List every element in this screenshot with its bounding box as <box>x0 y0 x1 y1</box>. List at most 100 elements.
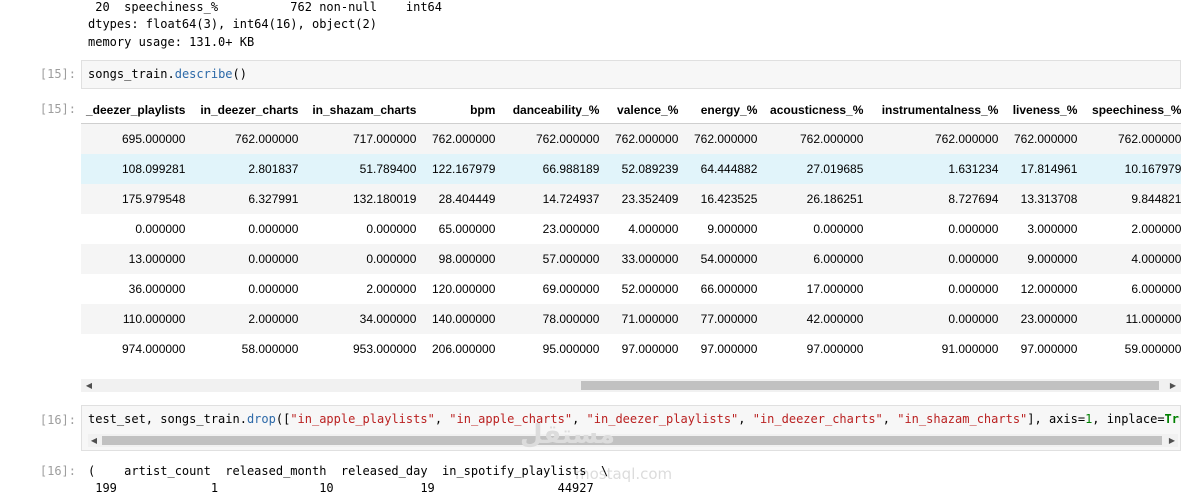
code-dot: . <box>239 412 247 426</box>
cell-16-in-prompt: [16]: <box>39 413 76 427</box>
table-cell: 13.313708 <box>1003 184 1083 214</box>
table-cell: 0.000000 <box>366 222 417 236</box>
code-dot: . <box>167 67 175 81</box>
table-cell: 69.000000 <box>542 282 600 296</box>
table-cell: 26.186251 <box>762 184 869 214</box>
code-keyword: True <box>1164 412 1180 426</box>
dataframe-table: _deezer_playlists in_deezer_charts in_shaz… <box>81 97 1181 364</box>
column-header: acousticness_% <box>762 97 869 124</box>
table-cell: 8.727694 <box>868 184 1004 214</box>
table-cell: 0.000000 <box>303 244 422 274</box>
table-row: 695.000000 762.000000 717.000000 762.000000… <box>81 123 1181 154</box>
table-cell: 54.000000 <box>683 244 763 274</box>
table-row: 36.000000 0.000000 2.000000 120.000000 69.00… <box>81 274 1181 304</box>
table-cell: 97.000000 <box>806 342 864 356</box>
table-cell: 762.000000 <box>500 123 605 154</box>
column-header: _deezer_playlists <box>81 97 191 124</box>
table-row: 110.000000 2.000000 34.000000 140.000000 78.… <box>81 304 1181 334</box>
table-row: 108.099281 2.801837 51.789400 122.167979 66.… <box>81 154 1181 184</box>
column-header: in_shazam_charts <box>303 97 422 124</box>
code-parens: () <box>232 67 247 81</box>
table-cell: 65.000000 <box>438 222 496 236</box>
table-cell: 23.000000 <box>1003 304 1083 334</box>
table-cell: 23.000000 <box>542 222 600 236</box>
table-cell: 91.000000 <box>941 342 999 356</box>
table-cell: 28.404449 <box>421 184 501 214</box>
code-comma: , <box>882 412 898 426</box>
table-cell: 132.180019 <box>303 184 422 214</box>
table-cell: 0.000000 <box>868 304 1004 334</box>
table-cell: 34.000000 <box>303 304 422 334</box>
table-cell: 14.724937 <box>500 184 605 214</box>
table-cell: 0.000000 <box>248 282 299 296</box>
describe-dataframe: _deezer_playlists in_deezer_charts in_shaz… <box>81 97 1181 367</box>
table-cell: 762.000000 <box>604 123 684 154</box>
table-cell: 33.000000 <box>604 244 684 274</box>
table-cell: 9.000000 <box>707 222 758 236</box>
table-cell: 0.000000 <box>190 244 304 274</box>
table-cell: 0.000000 <box>248 222 299 236</box>
dtypes-output-line: dtypes: float64(3), int64(16), object(2) <box>88 17 377 31</box>
table-cell: 762.000000 <box>421 123 501 154</box>
dataframe-horizontal-scrollbar[interactable]: ◀ ▶ <box>81 379 1181 392</box>
table-cell: 77.000000 <box>683 304 763 334</box>
table-cell: 12.000000 <box>1020 282 1078 296</box>
table-cell: 95.000000 <box>542 342 600 356</box>
column-header: in_deezer_charts <box>190 97 304 124</box>
table-cell: 0.000000 <box>948 282 999 296</box>
table-row: 0.000000 0.000000 0.000000 65.000000 23.0000… <box>81 214 1181 244</box>
table-cell: 11.000000 <box>1082 304 1181 334</box>
cell-15-code-input[interactable]: songs_train.describe() <box>81 60 1181 89</box>
table-cell: 108.099281 <box>81 154 191 184</box>
code-text: ], axis= <box>1027 412 1086 426</box>
table-cell: 4.000000 <box>628 222 679 236</box>
table-cell: 974.000000 <box>122 342 186 356</box>
table-cell: 717.000000 <box>303 123 422 154</box>
cell-16-output-line-1: ( artist_count released_month released_d… <box>88 464 609 478</box>
table-row: 175.979548 6.327991 132.180019 28.404449 14.… <box>81 184 1181 214</box>
table-cell: 762.000000 <box>683 123 763 154</box>
table-cell: 9.000000 <box>1003 244 1083 274</box>
table-cell: 36.000000 <box>128 282 186 296</box>
table-cell: 0.000000 <box>868 244 1004 274</box>
table-cell: 762.000000 <box>190 123 304 154</box>
code-scrollbar-thumb[interactable] <box>102 436 1162 445</box>
table-cell: 17.814961 <box>1003 154 1083 184</box>
code-comma: , <box>738 412 753 426</box>
code-scroll-right-arrow-icon[interactable]: ▶ <box>1166 434 1178 447</box>
table-cell: 51.789400 <box>303 154 422 184</box>
code-string: "in_shazam_charts" <box>897 412 1028 426</box>
table-cell: 64.444882 <box>683 154 763 184</box>
scroll-right-arrow-icon[interactable]: ▶ <box>1167 379 1179 392</box>
table-cell: 6.000000 <box>762 244 869 274</box>
code-scroll-left-arrow-icon[interactable]: ◀ <box>88 434 100 447</box>
table-cell: 66.988189 <box>500 154 605 184</box>
table-cell: 42.000000 <box>762 304 869 334</box>
table-cell: 58.000000 <box>241 342 299 356</box>
code-text: , inplace= <box>1092 412 1165 426</box>
table-cell: 953.000000 <box>353 342 417 356</box>
column-header: danceability_% <box>500 97 605 124</box>
code-text: test_set, songs_train <box>88 412 240 426</box>
code-string: "in_apple_playlists" <box>290 412 435 426</box>
table-cell: 27.019685 <box>762 154 869 184</box>
scroll-left-arrow-icon[interactable]: ◀ <box>83 379 95 392</box>
table-cell: 762.000000 <box>1003 123 1083 154</box>
table-cell: 0.000000 <box>813 222 864 236</box>
table-cell: 10.167979 <box>1082 154 1181 184</box>
column-header: valence_% <box>604 97 684 124</box>
table-cell: 6.000000 <box>1131 282 1181 296</box>
code-string: "in_deezer_charts" <box>752 412 883 426</box>
table-cell: 2.000000 <box>1131 222 1181 236</box>
table-cell: 52.089239 <box>604 154 684 184</box>
table-cell: 762.000000 <box>868 123 1004 154</box>
table-cell: 0.000000 <box>135 222 186 236</box>
dataframe-header-row: _deezer_playlists in_deezer_charts in_shaz… <box>81 97 1181 124</box>
table-cell: 2.000000 <box>366 282 417 296</box>
table-cell: 762.000000 <box>762 123 869 154</box>
code-horizontal-scrollbar[interactable]: ◀ ▶ <box>88 434 1178 447</box>
table-row: 974.000000 58.000000 953.000000 206.000000 9… <box>81 334 1181 364</box>
scrollbar-thumb[interactable] <box>581 381 1159 390</box>
memory-output-line: memory usage: 131.0+ KB <box>88 35 255 49</box>
cell-15-in-prompt: [15]: <box>39 67 76 81</box>
